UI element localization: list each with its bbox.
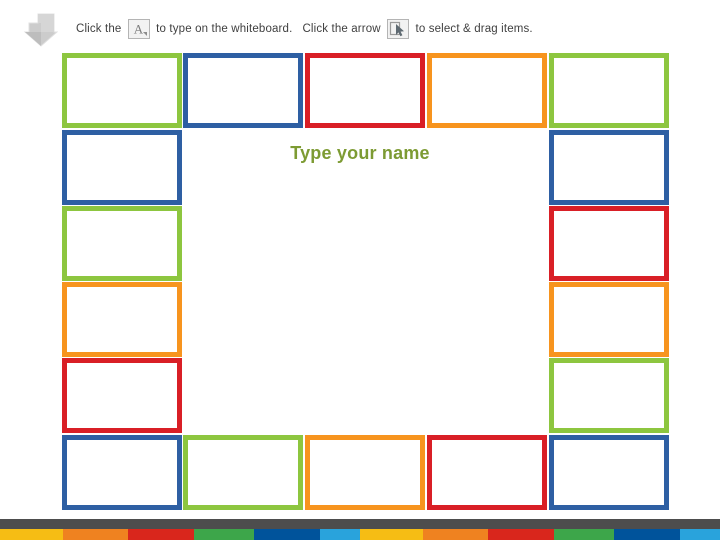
- footer-strip-segment: [423, 529, 488, 540]
- footer-strip-segment: [679, 529, 720, 540]
- footer-strip-segment: [0, 529, 63, 540]
- footer-strip-segment: [63, 529, 128, 540]
- footer-strip-segment: [319, 529, 360, 540]
- name-card[interactable]: [62, 282, 182, 357]
- instruction-text: Click the A to type on the whiteboard. C…: [76, 19, 533, 39]
- select-arrow-tool-icon[interactable]: [387, 19, 410, 39]
- name-card[interactable]: [549, 358, 669, 433]
- instruction-part-1: Click the: [76, 23, 122, 35]
- text-tool-a-icon[interactable]: A: [127, 19, 150, 39]
- svg-text:A: A: [134, 22, 144, 37]
- name-card[interactable]: [549, 435, 669, 510]
- footer-decoration: [0, 519, 720, 540]
- whiteboard-page: Click the A to type on the whiteboard. C…: [0, 0, 720, 540]
- name-card[interactable]: [427, 53, 547, 128]
- name-card[interactable]: [62, 435, 182, 510]
- name-card[interactable]: [183, 53, 303, 128]
- footer-color-strip: [0, 529, 720, 540]
- footer-strip-segment: [360, 529, 423, 540]
- instruction-header: Click the A to type on the whiteboard. C…: [0, 0, 720, 50]
- name-card[interactable]: [62, 358, 182, 433]
- name-card[interactable]: [305, 53, 425, 128]
- name-card[interactable]: [62, 130, 182, 205]
- footer-strip-segment: [193, 529, 254, 540]
- type-your-name-prompt[interactable]: Type your name: [0, 143, 720, 164]
- instruction-part-4: to select & drag items.: [415, 23, 533, 35]
- name-card[interactable]: [549, 130, 669, 205]
- instruction-part-3: Click the arrow: [302, 23, 381, 35]
- name-card[interactable]: [549, 282, 669, 357]
- name-card[interactable]: [62, 206, 182, 281]
- instruction-part-2: to type on the whiteboard.: [156, 23, 293, 35]
- down-left-arrow-icon: [8, 12, 59, 48]
- name-card[interactable]: [549, 206, 669, 281]
- footer-strip-segment: [128, 529, 194, 540]
- name-card[interactable]: [549, 53, 669, 128]
- footer-gray-band: [0, 519, 720, 529]
- footer-strip-segment: [614, 529, 680, 540]
- footer-strip-segment: [254, 529, 320, 540]
- footer-strip-segment: [553, 529, 614, 540]
- name-card[interactable]: [183, 435, 303, 510]
- name-card[interactable]: [427, 435, 547, 510]
- footer-strip-segment: [488, 529, 554, 540]
- name-card[interactable]: [62, 53, 182, 128]
- name-card[interactable]: [305, 435, 425, 510]
